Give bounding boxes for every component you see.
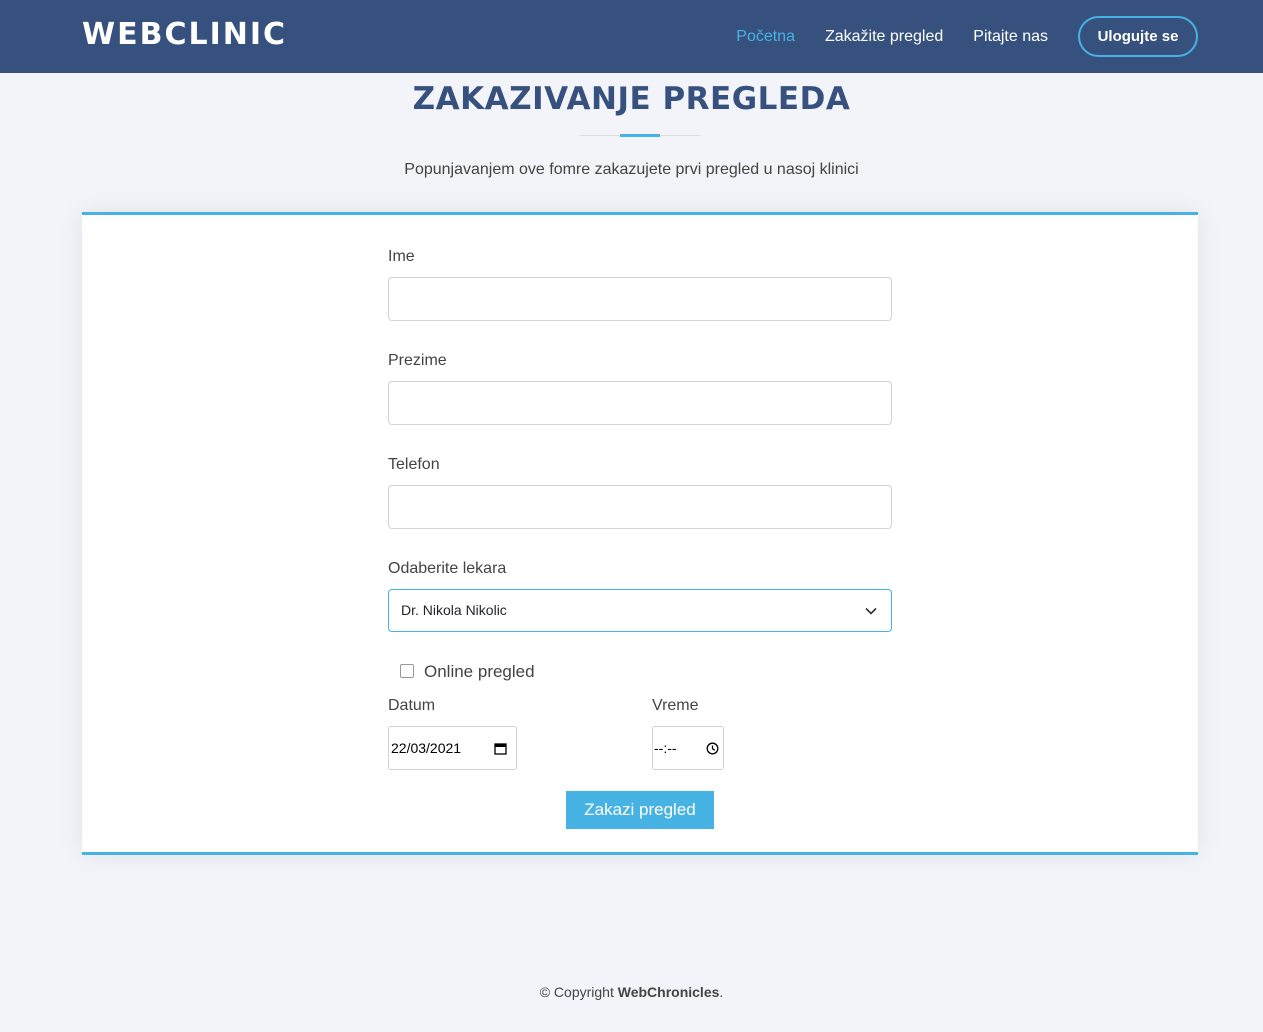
time-label: Vreme [652,697,699,714]
online-checkbox-label[interactable]: Online pregled [424,662,535,682]
phone-input[interactable] [388,485,892,529]
chevron-down-icon [865,590,877,631]
time-value: --:-- [654,740,677,756]
site-logo[interactable]: WEBCLINIC [82,17,287,53]
last-name-label: Prezime [388,352,447,369]
section-subtitle: Popunjavanjem ove fomre zakazujete prvi … [404,161,859,178]
first-name-input[interactable] [388,277,892,321]
top-navbar: WEBCLINIC Početna Zakažite pregled Pitaj… [0,0,1263,73]
date-value: 22/03/2021 [391,740,462,756]
date-label: Datum [388,697,436,714]
title-divider-accent [620,134,660,137]
last-name-input[interactable] [388,381,892,425]
schedule-submit-button[interactable]: Zakazi pregled [566,791,714,829]
footer-brand[interactable]: WebChronicles [618,984,720,1000]
clock-icon[interactable] [706,727,719,769]
main-nav: Početna Zakažite pregled Pitajte nas Ulo… [706,16,1198,57]
doctor-select[interactable]: Dr. Nikola Nikolic [388,589,892,632]
phone-label: Telefon [388,456,440,473]
page-title: ZAKAZIVANJE PREGLEDA [412,81,851,117]
footer-copyright: © Copyright WebChronicles. [0,983,1263,1001]
first-name-label: Ime [388,248,415,265]
calendar-icon[interactable] [494,727,507,769]
footer-prefix: © Copyright [539,984,618,1000]
nav-schedule-appointment[interactable]: Zakažite pregled [825,16,943,57]
login-button[interactable]: Ulogujte se [1078,16,1198,57]
nav-home[interactable]: Početna [736,16,795,57]
section-title: ZAKAZIVANJE PREGLEDA [0,80,1263,118]
date-input[interactable]: 22/03/2021 [388,726,517,770]
footer-suffix: . [719,984,724,1000]
doctor-label: Odaberite lekara [388,560,507,577]
doctor-select-value: Dr. Nikola Nikolic [401,602,507,618]
online-checkbox[interactable] [400,664,414,678]
time-input[interactable]: --:-- [652,726,724,770]
nav-ask-us[interactable]: Pitajte nas [973,16,1048,57]
